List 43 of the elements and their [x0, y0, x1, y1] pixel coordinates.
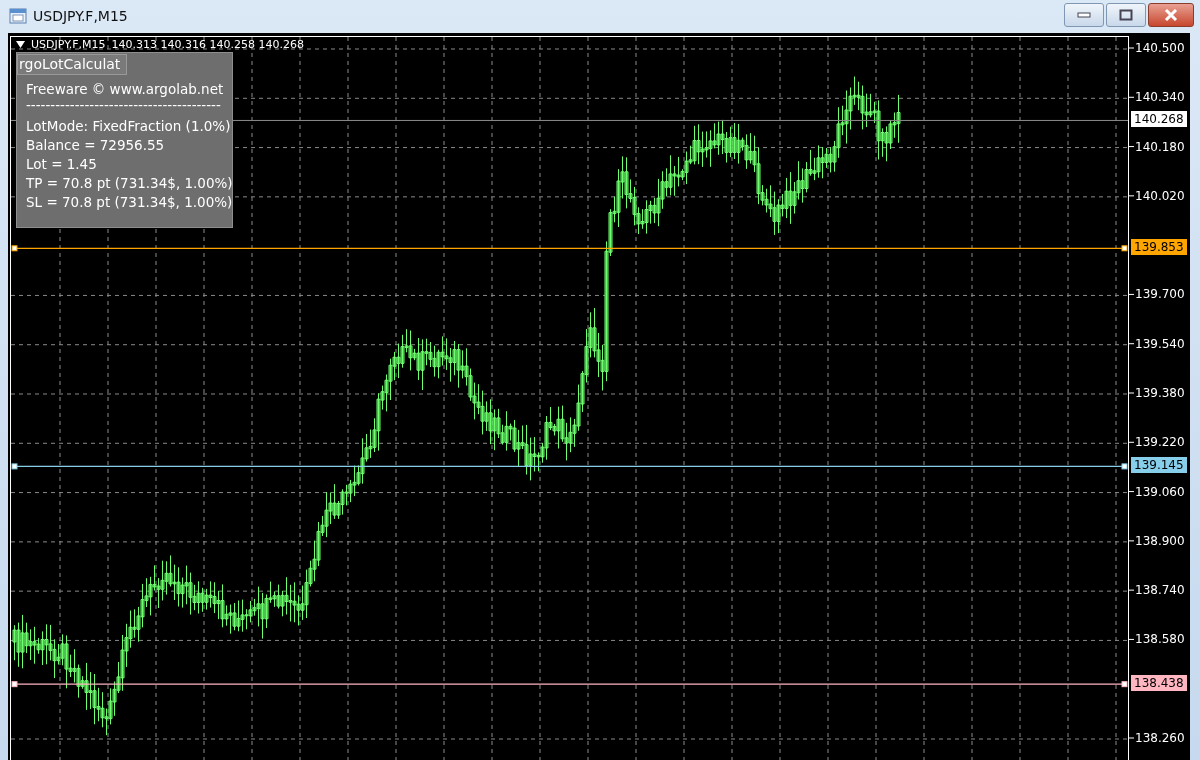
panel-text: SL = 70.8 pt (731.34$, 1.00%)	[26, 193, 233, 212]
maximize-icon	[1119, 9, 1133, 21]
price-label: 140.500	[1135, 40, 1185, 56]
panel-text: Freeware © www.argolab.net	[26, 80, 225, 99]
maximize-button[interactable]	[1106, 3, 1146, 27]
price-label: 139.220	[1135, 434, 1185, 451]
minimize-icon	[1077, 12, 1091, 18]
price-label: 139.700	[1135, 286, 1185, 303]
chart-window-icon	[9, 8, 27, 24]
line-handle[interactable]	[1121, 681, 1128, 688]
price-label: 140.020	[1135, 187, 1185, 204]
price-label: 138.900	[1135, 532, 1185, 549]
close-icon	[1163, 9, 1179, 21]
line-handle[interactable]	[1121, 463, 1128, 470]
price-tag: 139.145	[1131, 457, 1187, 474]
horizontal-line[interactable]	[16, 247, 1123, 249]
window-title: USDJPY.F,M15	[33, 8, 128, 24]
price-tag: 139.853	[1131, 239, 1187, 256]
panel-text: LotMode: FixedFraction (1.0%)	[26, 117, 232, 136]
panel-title: rgoLotCalculat	[17, 54, 127, 75]
price-label: 138.580	[1135, 631, 1185, 648]
horizontal-line[interactable]	[16, 465, 1123, 467]
price-label: 138.740	[1135, 582, 1185, 599]
price-label: 138.260	[1135, 730, 1185, 746]
dropdown-triangle-icon[interactable]	[16, 41, 25, 48]
ohlc-values: 140.313 140.316 140.258 140.268	[111, 38, 304, 51]
panel-text: Lot = 1.45	[26, 155, 98, 174]
panel-text: TP = 70.8 pt (731.34$, 1.00%)	[26, 174, 233, 193]
price-tag: 140.268	[1131, 111, 1187, 128]
line-handle[interactable]	[1121, 245, 1128, 252]
price-label: 139.380	[1135, 385, 1185, 401]
price-label: 139.060	[1135, 483, 1185, 500]
line-handle[interactable]	[11, 245, 18, 252]
price-label: 139.540	[1135, 335, 1185, 352]
price-label: 140.340	[1135, 89, 1185, 106]
line-handle[interactable]	[11, 463, 18, 470]
price-tag: 138.438	[1131, 675, 1187, 692]
panel-text: Balance = 72956.55	[26, 136, 166, 155]
panel-text: ----------------------------------------	[26, 99, 222, 111]
line-handle[interactable]	[11, 681, 18, 688]
chart-symbol: USDJPY.F,M15	[31, 38, 106, 51]
price-label: 140.180	[1135, 138, 1185, 155]
close-button[interactable]	[1148, 3, 1194, 27]
